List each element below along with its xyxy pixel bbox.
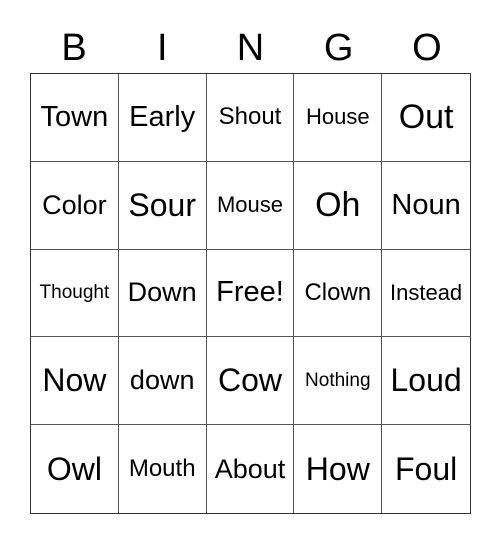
header-letter-o: O bbox=[412, 27, 442, 69]
header-letter-i: I bbox=[157, 27, 168, 69]
bingo-cell[interactable]: down bbox=[118, 337, 207, 426]
bingo-cell[interactable]: Sour bbox=[118, 161, 207, 250]
bingo-cell[interactable]: Oh bbox=[294, 161, 383, 250]
bingo-header: B I N G O bbox=[30, 26, 471, 70]
header-letter-n: N bbox=[236, 27, 265, 69]
bingo-cell[interactable]: Mouth bbox=[119, 425, 207, 513]
bingo-cell[interactable]: Thought bbox=[31, 249, 119, 338]
bingo-cell[interactable]: Instead bbox=[382, 250, 470, 338]
bingo-cell[interactable]: Cow bbox=[206, 337, 295, 426]
header-letter-g: G bbox=[323, 27, 354, 69]
bingo-cell[interactable]: Now bbox=[31, 337, 119, 426]
bingo-cell[interactable]: Loud bbox=[382, 337, 470, 426]
bingo-cell[interactable]: Down bbox=[118, 249, 207, 338]
bingo-cell[interactable]: About bbox=[207, 425, 295, 513]
bingo-cell[interactable]: Clown bbox=[294, 249, 383, 338]
bingo-card: Town Early Shout House Out Color Sour Mo… bbox=[30, 73, 471, 514]
bingo-cell[interactable]: Shout bbox=[206, 74, 295, 162]
bingo-cell[interactable]: How bbox=[294, 425, 383, 513]
bingo-cell[interactable]: Mouse bbox=[206, 161, 295, 250]
bingo-cell[interactable]: Color bbox=[31, 161, 119, 250]
bingo-cell[interactable]: Noun bbox=[382, 162, 470, 250]
free-space-cell[interactable]: Free! bbox=[206, 249, 295, 338]
bingo-cell[interactable]: Out bbox=[382, 74, 470, 162]
bingo-cell[interactable]: Nothing bbox=[294, 337, 383, 426]
bingo-cell[interactable]: Early bbox=[118, 74, 207, 162]
bingo-cell[interactable]: Foul bbox=[382, 425, 470, 513]
bingo-cell[interactable]: Town bbox=[31, 74, 119, 162]
header-letter-b: B bbox=[61, 27, 87, 69]
bingo-cell[interactable]: House bbox=[294, 74, 383, 162]
bingo-cell[interactable]: Owl bbox=[31, 425, 119, 513]
